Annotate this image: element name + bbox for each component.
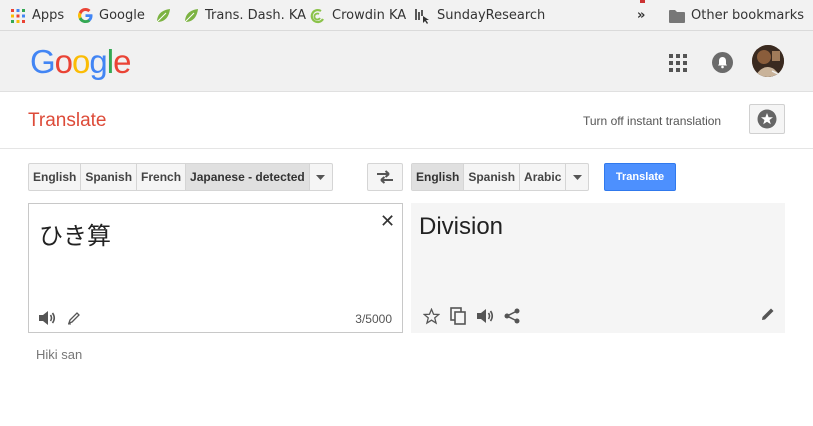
bookmark-other-folder[interactable]: Other bookmarks (669, 7, 804, 24)
source-lang-dropdown[interactable] (310, 164, 332, 190)
bookmark-trans-dash[interactable]: Trans. Dash. KA (183, 7, 306, 24)
swap-languages-button[interactable] (367, 163, 403, 191)
leaf-icon (183, 8, 199, 24)
notifications-bell-icon[interactable] (712, 52, 733, 73)
listen-speaker-icon[interactable] (475, 306, 495, 326)
listen-speaker-icon[interactable] (37, 308, 57, 328)
logo-letter: o (54, 43, 73, 80)
star-circle-icon (757, 109, 777, 129)
source-text[interactable]: ひき算 (39, 216, 111, 251)
account-avatar[interactable] (752, 45, 784, 77)
bookmark-label: Trans. Dash. KA (205, 8, 307, 23)
translation-result-box: Division (411, 203, 785, 333)
share-icon[interactable] (502, 306, 522, 326)
google-logo[interactable]: Google (30, 43, 131, 81)
more-bookmarks-button[interactable]: » (637, 7, 645, 24)
divider (0, 148, 813, 149)
source-tools (37, 308, 91, 328)
logo-letter: o (72, 43, 90, 80)
apps-grid-icon (10, 8, 26, 24)
caret-down-icon (572, 174, 582, 180)
caret-down-icon (316, 174, 326, 180)
bookmark-label: Crowdin KA (332, 8, 407, 23)
bookmark-label: Apps (32, 8, 65, 23)
bookmarks-bar: Apps Google Trans. Dash. KA Crowdin KA S… (0, 0, 813, 31)
chevron-double-right-icon: » (637, 8, 646, 23)
bookmark-crowdin[interactable]: Crowdin KA (310, 7, 406, 24)
target-lang-english[interactable]: English (412, 164, 465, 190)
bookmark-apps[interactable]: Apps (10, 7, 64, 24)
translated-text: Division (419, 213, 504, 240)
translate-button[interactable]: Translate (604, 163, 676, 191)
bookmark-label: SundayResearch (437, 8, 546, 23)
result-tools (421, 306, 529, 326)
swap-arrows-icon (377, 170, 393, 184)
turn-off-instant-link[interactable]: Turn off instant translation (583, 114, 721, 128)
target-lang-arabic[interactable]: Arabic (520, 164, 567, 190)
bookmark-leaf[interactable] (155, 7, 177, 24)
source-transliteration: Hiki san (36, 347, 83, 362)
target-language-bar: English Spanish Arabic (411, 163, 590, 191)
phrasebook-button[interactable] (749, 104, 785, 134)
folder-icon (669, 8, 685, 24)
page-title[interactable]: Translate (28, 110, 107, 132)
target-lang-spanish[interactable]: Spanish (464, 164, 521, 190)
source-text-box[interactable]: ひき算 ✕ 3/5000 (28, 203, 403, 333)
source-lang-spanish[interactable]: Spanish (81, 164, 138, 190)
star-outline-icon[interactable] (421, 306, 441, 326)
source-lang-english[interactable]: English (29, 164, 82, 190)
suggest-edit-pencil-icon[interactable] (761, 307, 775, 326)
cursor-chart-icon (415, 8, 431, 24)
logo-letter: G (30, 43, 56, 80)
logo-letter: e (113, 43, 131, 80)
bookmark-label: Google (99, 8, 145, 23)
character-counter: 3/5000 (355, 312, 392, 326)
source-lang-french[interactable]: French (137, 164, 187, 190)
clear-text-icon[interactable]: ✕ (380, 211, 395, 232)
google-header: Google (0, 31, 813, 92)
handwriting-pencil-icon[interactable] (64, 308, 84, 328)
google-apps-icon[interactable] (669, 54, 687, 72)
google-g-icon (77, 8, 93, 24)
leaf-icon (155, 8, 171, 24)
tab-indicator (640, 0, 645, 3)
source-lang-detected[interactable]: Japanese - detected (186, 164, 310, 190)
crowdin-icon (310, 8, 326, 24)
bookmark-google[interactable]: Google (77, 7, 145, 24)
bookmark-sunday-research[interactable]: SundayResearch (415, 7, 545, 24)
logo-letter: g (89, 43, 107, 80)
target-lang-dropdown[interactable] (566, 164, 588, 190)
source-language-bar: English Spanish French Japanese - detect… (28, 163, 333, 191)
bookmark-label: Other bookmarks (691, 8, 805, 23)
copy-icon[interactable] (448, 306, 468, 326)
